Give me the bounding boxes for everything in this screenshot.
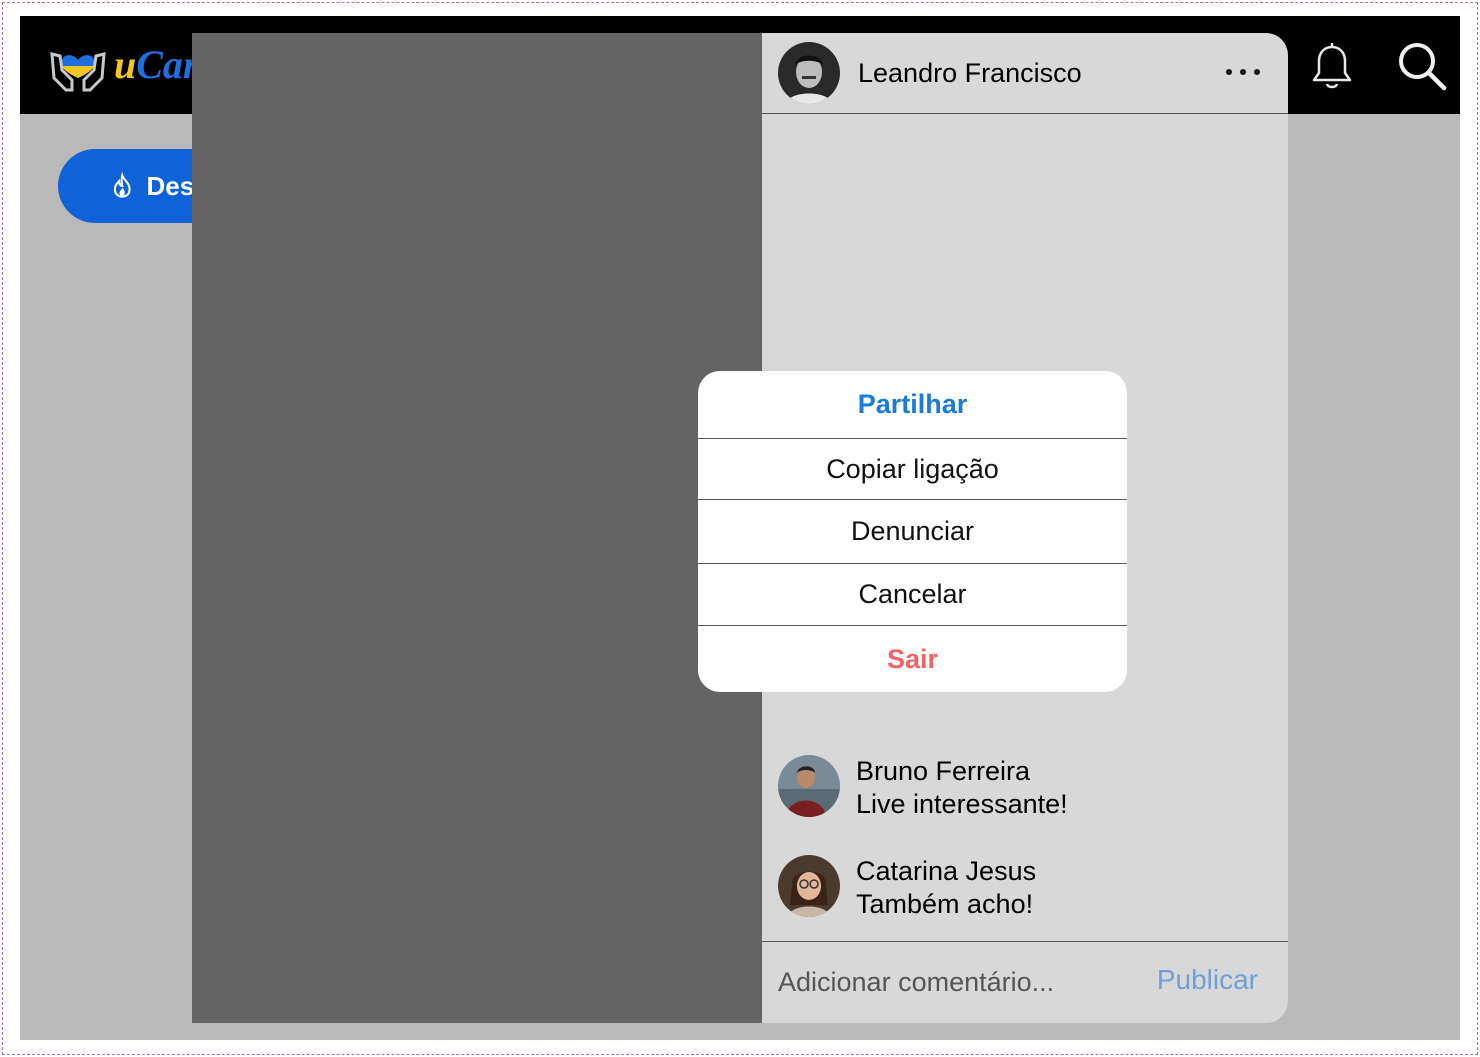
commenter-avatar[interactable] [778,855,840,917]
commenter-avatar[interactable] [778,755,840,817]
copy-link-option[interactable]: Copiar ligação [698,439,1127,499]
publish-button[interactable]: Publicar [1157,964,1258,996]
comment-text: Live interessante! [856,789,1068,819]
more-icon[interactable] [1226,57,1260,87]
comment-text: Também acho! [856,889,1034,919]
hands-heart-icon [50,52,106,92]
app-logo[interactable]: uCan [46,34,205,94]
bell-icon[interactable] [1310,42,1354,92]
live-post-modal: Leandro Francisco Bruno Ferreira Live in… [192,33,1288,1023]
author-avatar[interactable] [778,42,840,104]
live-video-area[interactable] [192,33,762,1023]
cancel-option[interactable]: Cancelar [698,564,1127,625]
app-window: uCan Destaques [20,16,1460,1040]
action-sheet: Partilhar Copiar ligação Denunciar Cance… [698,371,1127,692]
comment-item: Catarina Jesus Também acho! [778,855,1268,921]
author-name[interactable]: Leandro Francisco [858,58,1082,89]
comment-item: Bruno Ferreira Live interessante! [778,755,1268,821]
report-option[interactable]: Denunciar [698,500,1127,563]
comment-composer: Publicar [762,941,1288,1023]
search-icon[interactable] [1396,40,1448,92]
share-option[interactable]: Partilhar [698,371,1127,438]
commenter-name[interactable]: Catarina Jesus [856,855,1036,887]
comment-input[interactable] [778,960,1118,1004]
flame-icon [113,171,131,198]
leave-option[interactable]: Sair [698,626,1127,692]
commenter-name[interactable]: Bruno Ferreira [856,755,1068,787]
post-header: Leandro Francisco [762,33,1288,114]
